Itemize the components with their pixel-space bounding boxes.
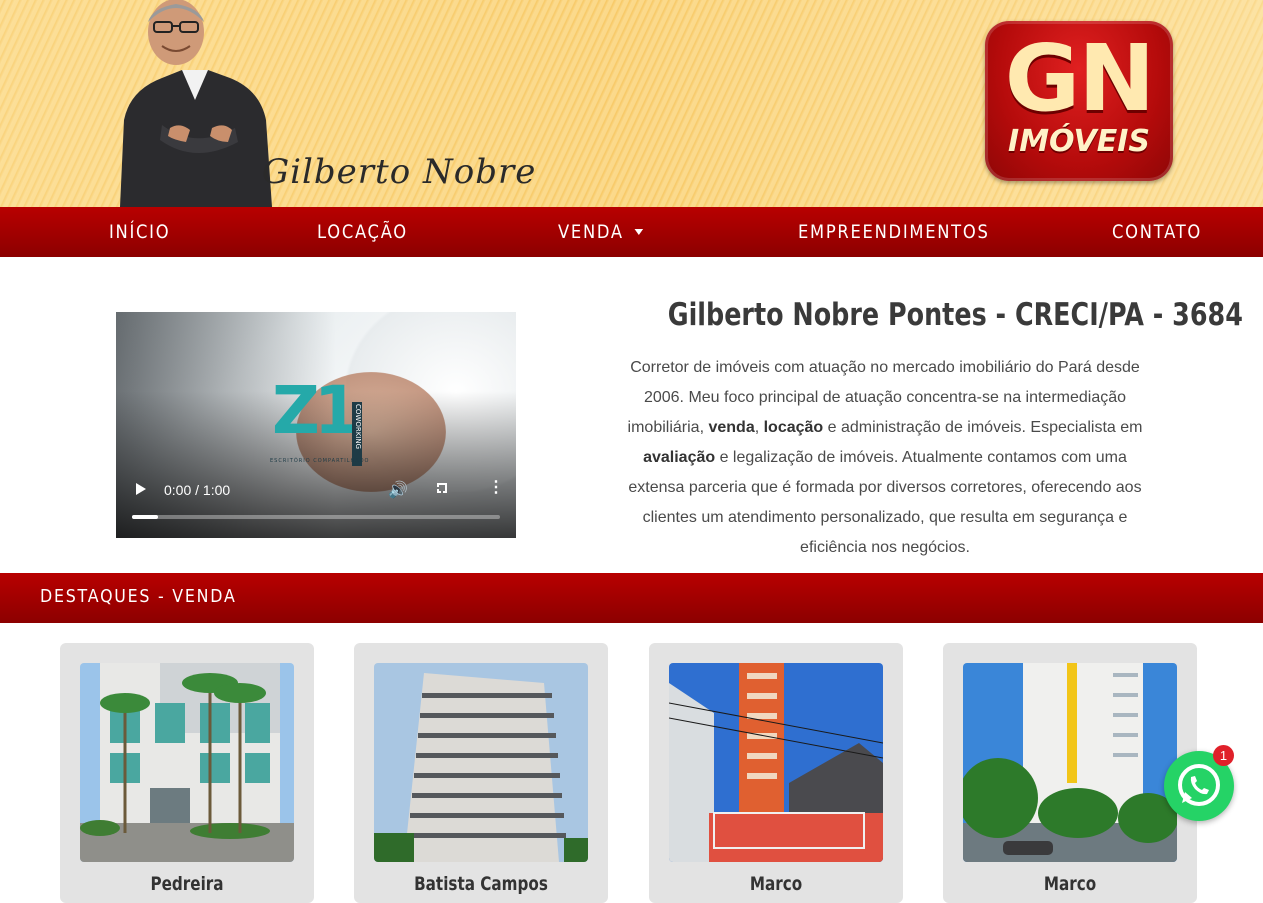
property-photo — [80, 663, 294, 862]
nav-item-empreendimentos[interactable]: EMPREENDIMENTOS — [798, 207, 990, 257]
play-icon[interactable] — [136, 483, 146, 495]
highlights-title: DESTAQUES - VENDA — [40, 586, 237, 607]
nav-item-venda-label: VENDA — [558, 221, 624, 243]
property-photo — [963, 663, 1177, 862]
agent-photo — [120, 0, 272, 207]
property-card[interactable]: Marco — [649, 643, 903, 903]
highlights-header: DESTAQUES - VENDA — [0, 573, 1263, 623]
promo-video[interactable]: Z1 ESCRITÓRIO COMPARTILHADO COWORKING 0:… — [116, 312, 516, 538]
property-photo — [374, 663, 588, 862]
main-nav: INÍCIO LOCAÇÃO VENDA EMPREENDIMENTOS CON… — [0, 207, 1263, 257]
intro-text-2: e administração de imóveis. Especialista… — [823, 419, 1143, 436]
header-banner: Gilberto Nobre GN IMÓVEIS — [0, 0, 1263, 207]
intro-bold-avaliacao: avaliação — [643, 449, 716, 466]
video-time: 0:00 / 1:00 — [164, 482, 231, 498]
logo-subtitle: IMÓVEIS — [1008, 124, 1150, 159]
property-photo — [669, 663, 883, 862]
video-progress-bar[interactable] — [132, 515, 500, 519]
intro-paragraph: Corretor de imóveis com atuação no merca… — [620, 353, 1150, 563]
z1-logo-tagline: ESCRITÓRIO COMPARTILHADO — [270, 458, 370, 464]
property-card[interactable]: Batista Campos — [354, 643, 608, 903]
notification-badge: 1 — [1213, 745, 1234, 766]
intro-bold-locacao: locação — [763, 419, 824, 436]
intro-sep: , — [754, 419, 764, 436]
property-card[interactable]: Pedreira — [60, 643, 314, 903]
nav-item-locacao[interactable]: LOCAÇÃO — [317, 207, 408, 257]
page-title: Gilberto Nobre Pontes - CRECI/PA - 3684 — [667, 297, 1243, 333]
video-progress-fill — [132, 515, 158, 519]
intro-bold-venda: venda — [708, 419, 755, 436]
z1-logo: Z1 — [272, 372, 360, 449]
property-location[interactable]: Pedreira — [85, 873, 288, 895]
property-location[interactable]: Batista Campos — [379, 873, 582, 895]
nav-item-venda[interactable]: VENDA — [558, 207, 643, 257]
nav-item-contato[interactable]: CONTATO — [1112, 207, 1202, 257]
more-options-icon[interactable]: ⋮ — [488, 480, 504, 496]
property-location[interactable]: Marco — [674, 873, 877, 895]
nav-item-inicio[interactable]: INÍCIO — [109, 207, 170, 257]
z1-logo-side-text: COWORKING — [354, 404, 362, 450]
property-card[interactable]: Marco — [943, 643, 1197, 903]
logo-mark: GN — [1004, 25, 1156, 132]
volume-icon[interactable]: 🔊 — [388, 480, 408, 500]
caret-down-icon — [634, 229, 643, 235]
gn-imoveis-logo[interactable]: GN IMÓVEIS — [985, 21, 1173, 181]
signature: Gilberto Nobre — [262, 152, 537, 192]
property-location[interactable]: Marco — [968, 873, 1171, 895]
